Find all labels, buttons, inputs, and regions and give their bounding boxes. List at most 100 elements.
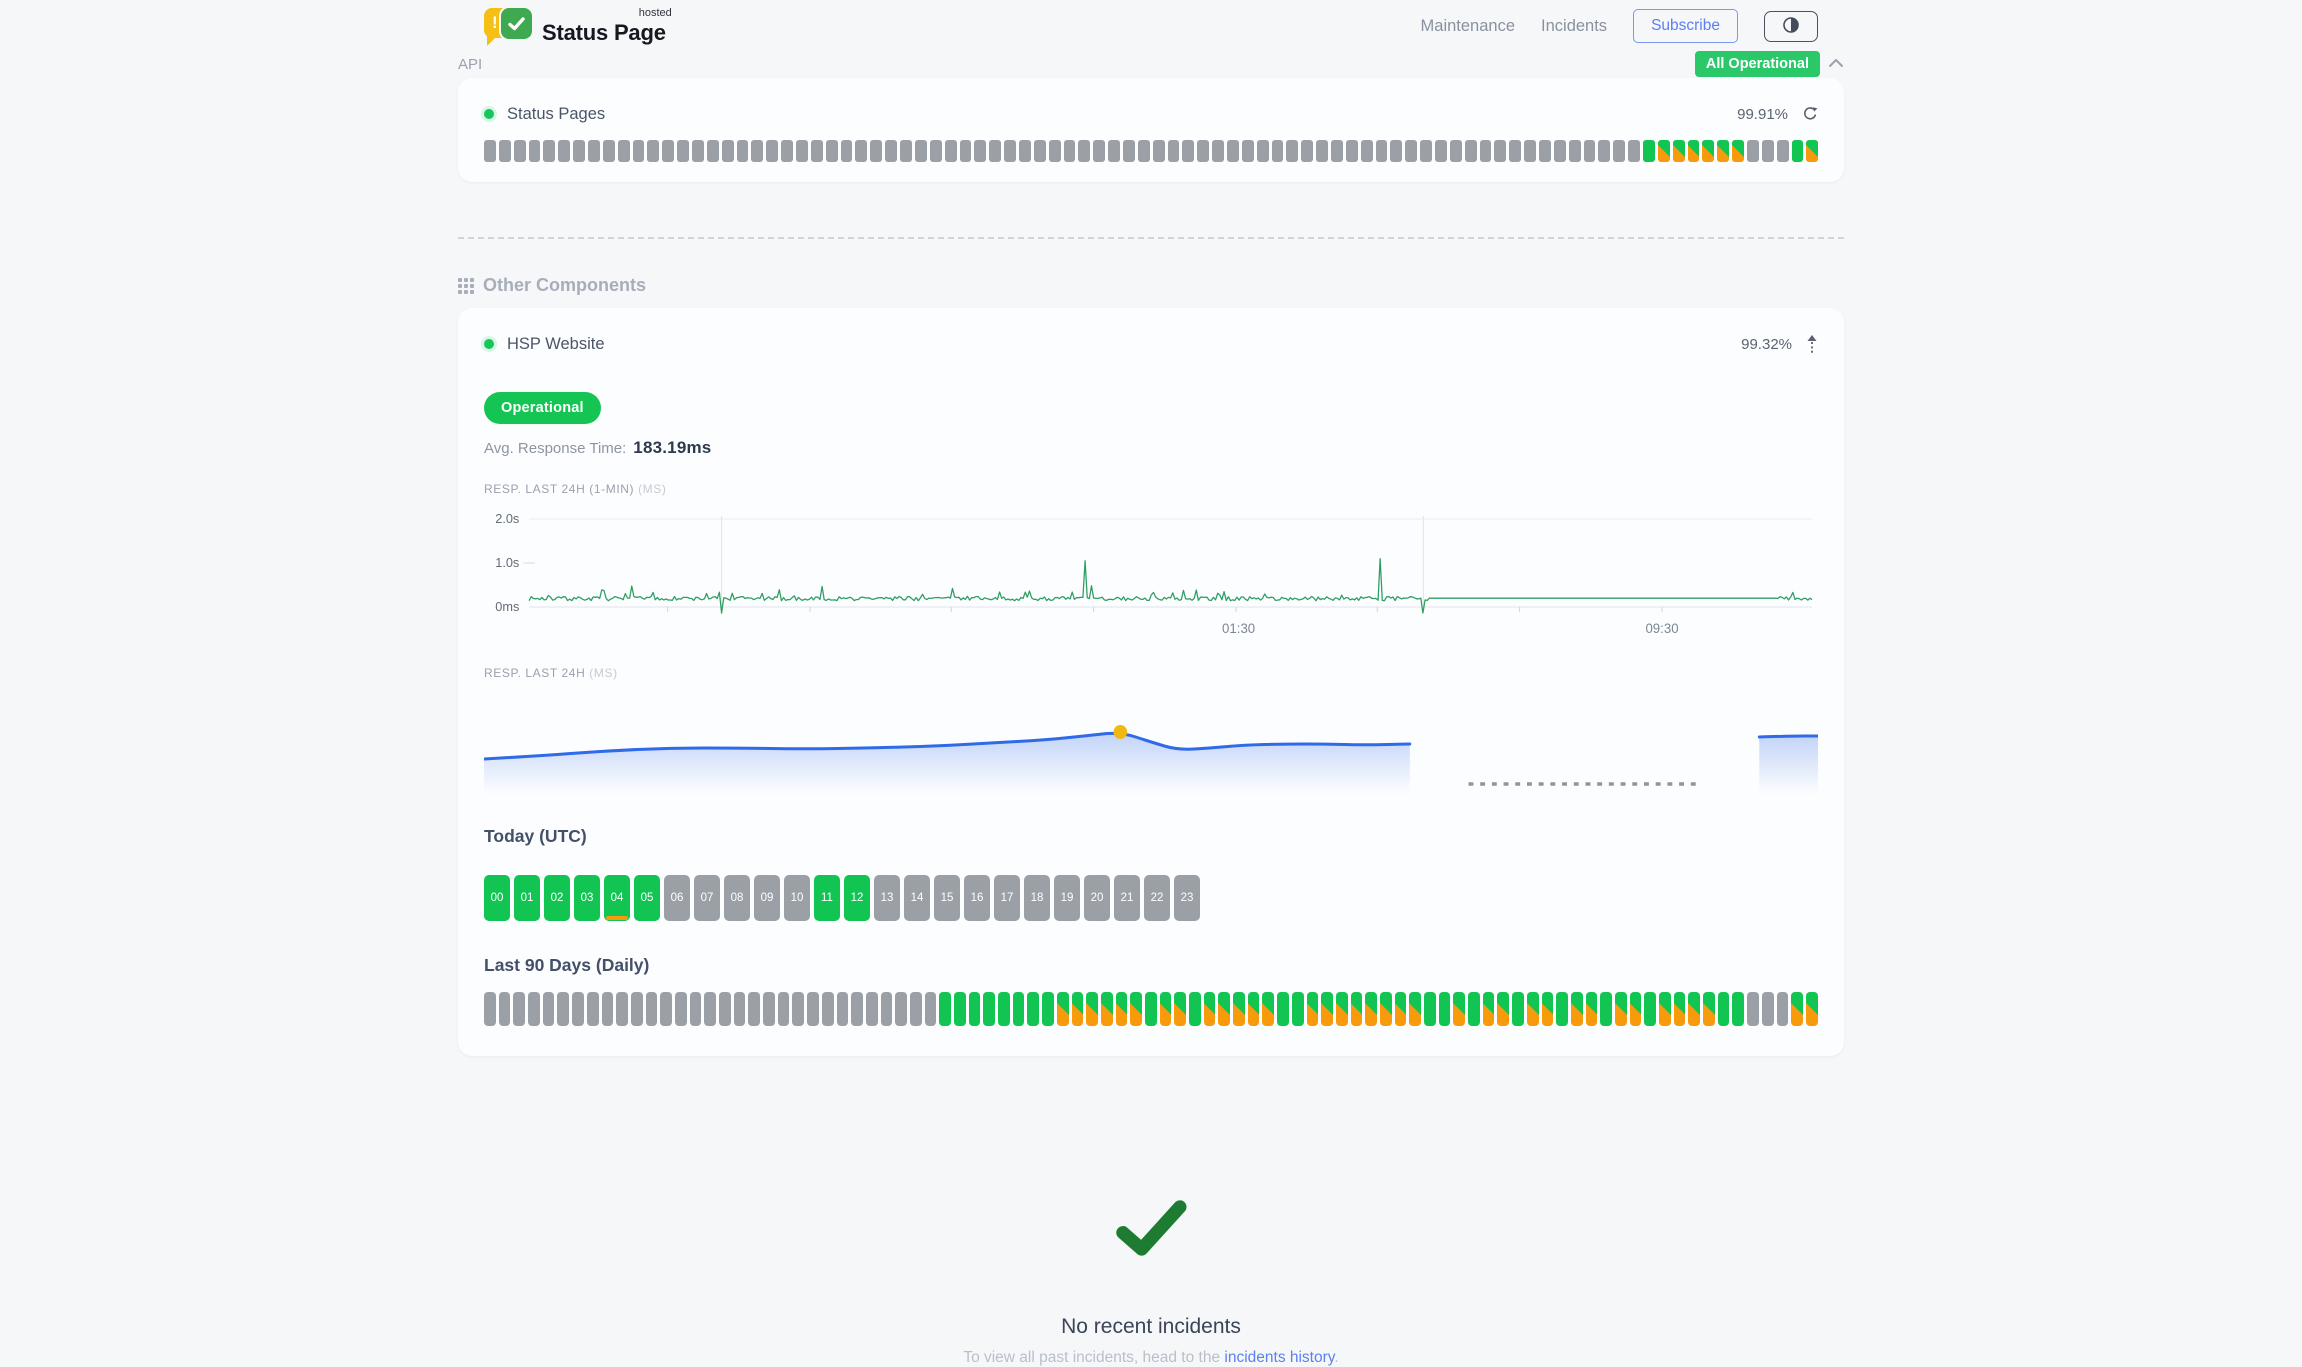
hour-block: 03 — [574, 875, 600, 921]
uptime-bar — [514, 140, 526, 162]
hour-block: 10 — [784, 875, 810, 921]
refresh-icon[interactable] — [1802, 106, 1818, 122]
uptime-bar — [1227, 140, 1239, 162]
uptime-percentage: 99.32% — [1741, 336, 1792, 353]
check-bubble-icon — [501, 8, 532, 39]
uptime-bar — [954, 992, 966, 1026]
hour-block: 04 — [604, 875, 630, 921]
uptime-bar — [778, 992, 790, 1026]
uptime-bar — [807, 992, 819, 1026]
uptime-bar — [855, 140, 867, 162]
hour-block: 09 — [754, 875, 780, 921]
subscribe-button[interactable]: Subscribe — [1633, 9, 1738, 43]
uptime-bar — [822, 992, 834, 1026]
main-nav: Maintenance Incidents Subscribe — [1421, 9, 1818, 43]
uptime-bar — [841, 140, 853, 162]
status-dot-icon — [484, 339, 494, 349]
uptime-bar — [1204, 992, 1216, 1026]
uptime-bar — [1376, 140, 1388, 162]
uptime-bar — [734, 992, 746, 1026]
uptime-bar — [1101, 992, 1113, 1026]
uptime-bar — [528, 992, 540, 1026]
status-row: API All Operational — [458, 52, 1844, 76]
uptime-bar — [707, 140, 719, 162]
uptime-bar — [1465, 140, 1477, 162]
brand-logo-icon: ! — [484, 8, 532, 44]
uptime-bar — [692, 140, 704, 162]
uptime-bar — [1777, 992, 1789, 1026]
overall-status[interactable]: All Operational — [1695, 51, 1844, 77]
hour-block: 22 — [1144, 875, 1170, 921]
uptime-bar — [602, 992, 614, 1026]
brand-name: hosted Status Page — [542, 12, 666, 44]
uptime-bar — [737, 140, 749, 162]
hour-block: 18 — [1024, 875, 1050, 921]
uptime-bar — [983, 992, 995, 1026]
uptime-bar — [1777, 140, 1789, 162]
uptime-bar — [631, 992, 643, 1026]
exclamation: ! — [492, 13, 498, 32]
chart1-label: RESP. LAST 24H (1-MIN) (MS) — [484, 482, 1818, 496]
uptime-bar — [1571, 992, 1583, 1026]
uptime-bar — [1395, 992, 1407, 1026]
uptime-bar — [751, 140, 763, 162]
uptime-bar — [1658, 140, 1670, 162]
uptime-bar — [792, 992, 804, 1026]
uptime-bar — [1197, 140, 1209, 162]
uptime-bar — [1331, 140, 1343, 162]
uptime-bar — [796, 140, 808, 162]
uptime-bar — [690, 992, 702, 1026]
trend-up-icon[interactable] — [1806, 334, 1818, 354]
uptime-bar — [1257, 140, 1269, 162]
uptime-bar — [1390, 140, 1402, 162]
uptime-bar — [1248, 992, 1260, 1026]
component-identity: Status Pages — [484, 105, 605, 124]
uptime-bar — [910, 992, 922, 1026]
uptime-bar — [1277, 992, 1289, 1026]
uptime-bar — [1718, 992, 1730, 1026]
theme-toggle-button[interactable] — [1764, 11, 1818, 42]
hour-block: 23 — [1174, 875, 1200, 921]
uptime-bar — [1792, 140, 1804, 162]
uptime-bar — [529, 140, 541, 162]
nav-incidents[interactable]: Incidents — [1541, 17, 1607, 36]
uptime-bar — [1116, 992, 1128, 1026]
uptime-bar — [1042, 992, 1054, 1026]
uptime-bar — [1450, 140, 1462, 162]
incidents-history-line: To view all past incidents, head to the … — [458, 1349, 1844, 1367]
uptime-bar — [870, 140, 882, 162]
uptime-bar — [557, 992, 569, 1026]
brand-superscript: hosted — [639, 8, 672, 19]
brand-logo[interactable]: ! hosted Status Page — [484, 8, 666, 44]
uptime-bar — [1527, 992, 1539, 1026]
uptime-bar — [1420, 140, 1432, 162]
uptime-bar — [1717, 140, 1729, 162]
uptime-bar — [1365, 992, 1377, 1026]
hour-block: 15 — [934, 875, 960, 921]
uptime-bar — [969, 992, 981, 1026]
today-hour-strip: 0001020304050607080910111213141516171819… — [484, 875, 1818, 921]
uptime-bar — [484, 140, 496, 162]
response-time-area-chart — [484, 696, 1818, 796]
uptime-bar — [900, 140, 912, 162]
big-check-icon — [1112, 1247, 1190, 1264]
uptime-bar — [781, 140, 793, 162]
hour-block: 05 — [634, 875, 660, 921]
uptime-bar — [677, 140, 689, 162]
hour-block: 16 — [964, 875, 990, 921]
hour-block: 13 — [874, 875, 900, 921]
incidents-history-link[interactable]: incidents history — [1224, 1349, 1334, 1366]
degraded-marker — [606, 916, 628, 920]
chart2-label: RESP. LAST 24H (MS) — [484, 666, 1818, 680]
uptime-bar — [1494, 140, 1506, 162]
component-row: Status Pages 99.91% — [484, 102, 1818, 126]
brand-title: Status Page — [542, 20, 666, 45]
component-name: Status Pages — [507, 105, 605, 124]
uptime-bar — [1153, 140, 1165, 162]
uptime-bar — [1630, 992, 1642, 1026]
uptime-bar — [1218, 992, 1230, 1026]
nav-maintenance[interactable]: Maintenance — [1421, 17, 1515, 36]
status-dot-icon — [484, 109, 494, 119]
uptime-bar — [1468, 992, 1480, 1026]
uptime-bar — [1673, 140, 1685, 162]
